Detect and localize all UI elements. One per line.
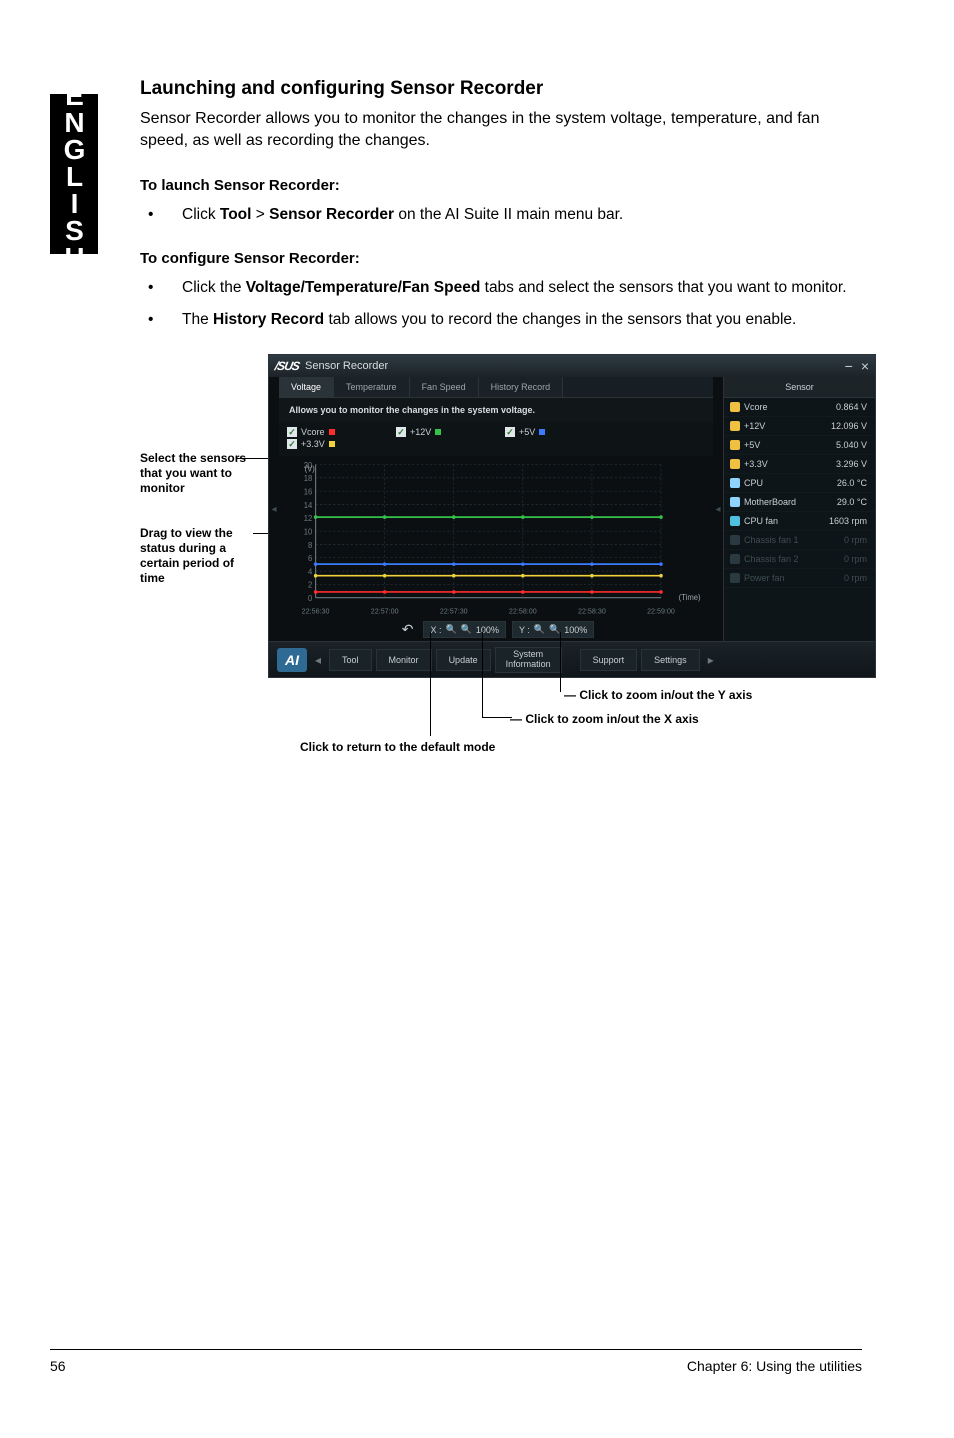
close-icon[interactable]: × — [861, 358, 869, 374]
tab-voltage[interactable]: Voltage — [279, 377, 334, 397]
callout-drag-view: Drag to view the status during a certain… — [140, 526, 258, 586]
sensor-row--5v: +5V5.040 V — [724, 436, 875, 455]
screenshot-figure: Select the sensors that you want to moni… — [140, 354, 862, 774]
configure-subheading: To configure Sensor Recorder: — [140, 250, 862, 267]
launch-subheading: To launch Sensor Recorder: — [140, 177, 862, 194]
sensor-row-cpu-fan: CPU fan1603 rpm — [724, 512, 875, 531]
svg-text:12: 12 — [304, 514, 313, 523]
callout-select-sensors: Select the sensors that you want to moni… — [140, 451, 258, 496]
svg-text:16: 16 — [304, 488, 313, 497]
svg-text:2: 2 — [308, 581, 312, 590]
zoom-out-icon[interactable]: 🔍 — [549, 624, 560, 635]
sensor-tabs: Voltage Temperature Fan Speed History Re… — [279, 377, 713, 398]
sensor-recorder-window: /SUS Sensor Recorder − × ◂ Voltage Tempe… — [268, 354, 876, 678]
svg-text:22:57:30: 22:57:30 — [440, 607, 468, 616]
page-footer: 56 Chapter 6: Using the utilities — [50, 1349, 862, 1374]
window-title: Sensor Recorder — [305, 360, 388, 372]
svg-text:22:58:30: 22:58:30 — [578, 607, 606, 616]
voltage-chart[interactable]: 0246810121416182022:56:3022:57:0022:57:3… — [279, 456, 713, 618]
svg-text:22:58:00: 22:58:00 — [509, 607, 537, 616]
svg-text:6: 6 — [308, 554, 312, 563]
checkbox-3-3v[interactable]: ✓+3.3V — [287, 439, 382, 449]
page-number: 56 — [50, 1358, 66, 1374]
zoom-out-icon[interactable]: 🔍 — [461, 624, 472, 635]
svg-text:22:59:00: 22:59:00 — [647, 607, 675, 616]
checkbox-vcore[interactable]: ✓Vcore — [287, 427, 382, 437]
bottom-btn-monitor[interactable]: Monitor — [376, 649, 432, 671]
intro-text: Sensor Recorder allows you to monitor th… — [140, 108, 862, 151]
svg-text:14: 14 — [304, 501, 313, 510]
section-heading: Launching and configuring Sensor Recorde… — [140, 78, 862, 100]
language-side-tab: ENGLISH — [50, 94, 98, 254]
sensor-checkbox-group: ✓Vcore ✓+12V ✓+5V ✓+3.3V — [279, 422, 713, 456]
bar-nav-left-icon[interactable]: ◂ — [311, 653, 325, 667]
tab-temperature[interactable]: Temperature — [334, 377, 410, 397]
svg-text:10: 10 — [304, 528, 313, 537]
minimize-icon[interactable]: − — [845, 358, 853, 374]
zoom-in-icon[interactable]: 🔍 — [534, 624, 545, 635]
svg-text:0: 0 — [308, 594, 313, 603]
bar-nav-right-icon[interactable]: ▸ — [704, 653, 718, 667]
tab-history-record[interactable]: History Record — [479, 377, 564, 397]
tab-fan-speed[interactable]: Fan Speed — [410, 377, 479, 397]
zoom-in-icon[interactable]: 🔍 — [445, 624, 456, 635]
chapter-label: Chapter 6: Using the utilities — [687, 1358, 862, 1374]
sensor-row--12v: +12V12.096 V — [724, 417, 875, 436]
bottom-btn-settings[interactable]: Settings — [641, 649, 700, 671]
svg-text:4: 4 — [308, 568, 313, 577]
asus-logo: /SUS — [274, 359, 300, 373]
callout-zoom-y-axis: — Click to zoom in/out the Y axis — [564, 688, 752, 702]
checkbox-5v[interactable]: ✓+5V — [505, 427, 600, 437]
svg-text:(Time): (Time) — [679, 593, 701, 602]
callout-return-default: Click to return to the default mode — [300, 740, 495, 754]
sensor-row-motherboard: MotherBoard29.0 °C — [724, 493, 875, 512]
sensor-row-chassis-fan-2: Chassis fan 20 rpm — [724, 550, 875, 569]
bottom-btn-system-info[interactable]: SystemInformation — [495, 647, 562, 673]
svg-text:22:57:00: 22:57:00 — [371, 607, 399, 616]
app-bottom-bar: AI ◂ Tool Monitor Update SystemInformati… — [269, 641, 875, 677]
configure-step-1: Click the Voltage/Temperature/Fan Speed … — [140, 277, 862, 299]
bottom-btn-support[interactable]: Support — [580, 649, 638, 671]
tab-description: Allows you to monitor the changes in the… — [279, 398, 713, 422]
panel-nav-left-icon[interactable]: ◂ — [269, 377, 279, 641]
svg-text:18: 18 — [304, 474, 313, 483]
sensor-row-power-fan: Power fan0 rpm — [724, 569, 875, 588]
configure-step-2: The History Record tab allows you to rec… — [140, 309, 862, 331]
zoom-controls: ↶ X : 🔍 🔍 100% Y : 🔍 🔍 — [279, 618, 713, 641]
sensor-row-cpu: CPU26.0 °C — [724, 474, 875, 493]
svg-text:8: 8 — [308, 541, 312, 550]
reset-zoom-icon[interactable]: ↶ — [398, 621, 418, 638]
checkbox-12v[interactable]: ✓+12V — [396, 427, 491, 437]
sensor-row-chassis-fan-1: Chassis fan 10 rpm — [724, 531, 875, 550]
zoom-x-control[interactable]: X : 🔍 🔍 100% — [423, 621, 505, 638]
zoom-y-control[interactable]: Y : 🔍 🔍 100% — [512, 621, 594, 638]
sensor-row-vcore: Vcore0.864 V — [724, 398, 875, 417]
titlebar: /SUS Sensor Recorder − × — [269, 355, 875, 377]
ai-suite-badge-icon: AI — [277, 648, 307, 672]
bottom-btn-tool[interactable]: Tool — [329, 649, 372, 671]
callout-zoom-x-axis: — Click to zoom in/out the X axis — [510, 712, 699, 726]
sensor-row--3-3v: +3.3V3.296 V — [724, 455, 875, 474]
svg-text:22:56:30: 22:56:30 — [302, 607, 330, 616]
sensor-panel-header: Sensor — [724, 377, 875, 398]
launch-step: Click Tool > Sensor Recorder on the AI S… — [140, 204, 862, 226]
panel-nav-mid-icon[interactable]: ◂ — [713, 377, 723, 641]
svg-text:(V): (V) — [305, 464, 316, 473]
